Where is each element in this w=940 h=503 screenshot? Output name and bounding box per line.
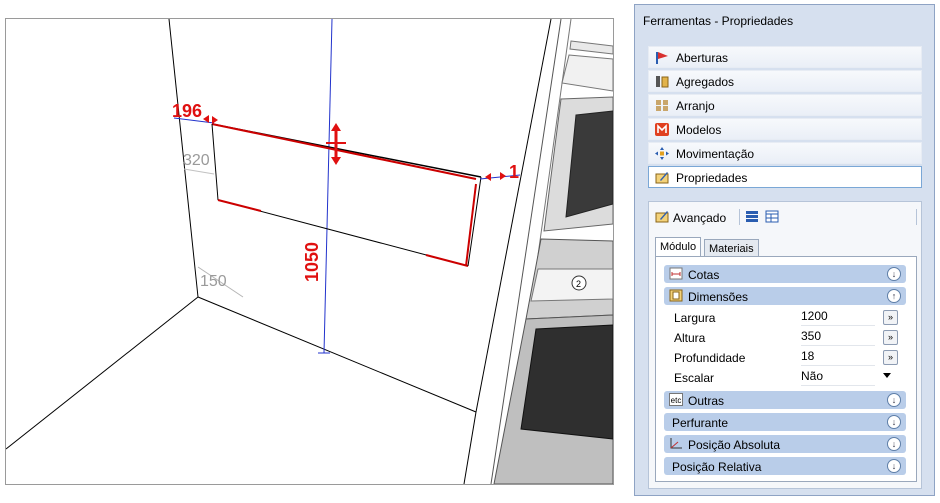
menu-item-aberturas[interactable]: Aberturas: [648, 46, 922, 68]
escalar-select[interactable]: Não: [801, 369, 875, 386]
dimension-depth-label: 196: [172, 101, 203, 121]
menu-label: Movimentação: [676, 147, 755, 161]
expand-button[interactable]: »: [883, 310, 898, 325]
property-row-profundidade: Profundidade 18 »: [664, 347, 906, 367]
section-cotas[interactable]: Cotas ↓: [664, 265, 906, 283]
section-label: Posição Relativa: [672, 460, 762, 474]
property-label: Largura: [674, 311, 716, 325]
menu-label: Modelos: [676, 123, 722, 137]
property-row-altura: Altura 350 »: [664, 327, 906, 347]
menu-item-movimentacao[interactable]: Movimentação: [648, 142, 922, 164]
oven-knob-label: 2: [576, 279, 581, 289]
menu-label: Arranjo: [676, 99, 715, 113]
largura-field[interactable]: 1200: [801, 309, 875, 326]
properties-panel: Ferramentas - Propriedades Aberturas Agr…: [634, 4, 935, 496]
guide-dimension-320: 320: [183, 152, 210, 169]
aggregates-icon: [656, 76, 669, 88]
3d-viewport[interactable]: 2 196 1 1050 320 150: [5, 18, 614, 485]
chevron-down-icon[interactable]: ↓: [887, 267, 901, 281]
section-posicao-relativa[interactable]: Posição Relativa ↓: [664, 457, 906, 475]
advanced-button[interactable]: Avançado: [673, 211, 726, 225]
guide-dimension-150: 150: [200, 273, 227, 290]
property-row-largura: Largura 1200 »: [664, 307, 906, 327]
dimensions-ruler-icon: [669, 267, 683, 280]
toolbar-separator: [916, 209, 917, 225]
expand-button[interactable]: »: [883, 350, 898, 365]
section-label: Cotas: [688, 268, 720, 282]
section-label: Outras: [688, 394, 725, 408]
menu-item-propriedades[interactable]: Propriedades: [648, 166, 922, 188]
chevron-down-icon[interactable]: ↓: [887, 393, 901, 407]
axes-icon: [670, 438, 682, 449]
altura-field[interactable]: 350: [801, 329, 875, 346]
grid-view-icon[interactable]: [765, 210, 779, 223]
etc-icon: etc: [669, 393, 683, 406]
chevron-down-icon[interactable]: ↓: [887, 415, 901, 429]
property-label: Profundidade: [674, 351, 746, 365]
tab-modulo[interactable]: Módulo: [655, 237, 702, 257]
arrange-icon: [656, 100, 668, 111]
property-row-escalar: Escalar Não: [664, 367, 906, 387]
dropdown-arrow-icon[interactable]: [883, 373, 891, 378]
properties-icon: [655, 172, 669, 184]
section-posicao-absoluta[interactable]: Posição Absoluta ↓: [664, 435, 906, 453]
profundidade-field[interactable]: 18: [801, 349, 875, 366]
tab-materiais[interactable]: Materiais: [704, 239, 759, 257]
property-label: Escalar: [674, 371, 715, 385]
move-icon: [655, 147, 669, 160]
dimensions-icon: [669, 289, 683, 302]
menu-item-modelos[interactable]: Modelos: [648, 118, 922, 140]
menu-item-arranjo[interactable]: Arranjo: [648, 94, 922, 116]
properties-editor: Avançado Módulo Materiais Cotas ↓ Dimens…: [648, 201, 922, 489]
panel-title: Ferramentas - Propriedades: [643, 14, 794, 28]
models-icon: [655, 123, 669, 136]
menu-label: Propriedades: [676, 171, 748, 185]
list-view-icon[interactable]: [745, 210, 759, 223]
dimension-offset-label: 1: [509, 162, 520, 182]
chevron-down-icon[interactable]: ↓: [887, 437, 901, 451]
section-outras[interactable]: etc Outras ↓: [664, 391, 906, 409]
section-dimensoes[interactable]: Dimensões ↑: [664, 287, 906, 305]
toolbar-separator: [739, 209, 740, 225]
chevron-up-icon[interactable]: ↑: [887, 289, 901, 303]
property-label: Altura: [674, 331, 706, 345]
menu-label: Aberturas: [676, 51, 729, 65]
tab-content: Cotas ↓ Dimensões ↑ Largura 1200 » Altur…: [655, 256, 917, 482]
section-label: Posição Absoluta: [688, 438, 781, 452]
section-label: Dimensões: [688, 290, 749, 304]
chevron-down-icon[interactable]: ↓: [887, 459, 901, 473]
dimension-height-label: 1050: [302, 241, 322, 282]
section-perfurante[interactable]: Perfurante ↓: [664, 413, 906, 431]
advanced-icon: [655, 211, 669, 223]
menu-item-agregados[interactable]: Agregados: [648, 70, 922, 92]
flag-icon: [656, 52, 668, 64]
section-label: Perfurante: [672, 416, 729, 430]
expand-button[interactable]: »: [883, 330, 898, 345]
menu-label: Agregados: [676, 75, 735, 89]
